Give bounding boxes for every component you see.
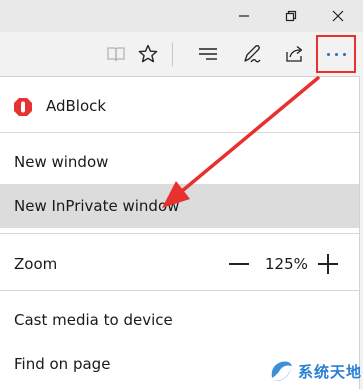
favorite-button[interactable] bbox=[132, 38, 164, 70]
menu-item-label: New window bbox=[14, 153, 109, 171]
menu-item-label: New InPrivate window bbox=[14, 197, 180, 215]
hub-button[interactable] bbox=[192, 38, 224, 70]
reading-view-button[interactable] bbox=[100, 38, 132, 70]
close-icon bbox=[332, 10, 344, 22]
zoom-label: Zoom bbox=[14, 255, 58, 273]
web-note-button[interactable] bbox=[236, 38, 268, 70]
minimize-icon bbox=[239, 15, 249, 17]
restore-icon bbox=[285, 10, 297, 22]
menu-item-cast-media[interactable]: Cast media to device bbox=[0, 298, 359, 342]
menu-item-label: Cast media to device bbox=[14, 311, 173, 329]
browser-window: AdBlock New window New InPrivate window … bbox=[0, 0, 363, 389]
watermark-text: 系统天地 bbox=[298, 363, 363, 381]
menu-item-new-window[interactable]: New window bbox=[0, 140, 359, 184]
menu-separator bbox=[0, 290, 359, 291]
browser-toolbar bbox=[0, 32, 363, 76]
web-note-icon bbox=[244, 45, 261, 63]
close-button[interactable] bbox=[315, 0, 361, 32]
menu-separator bbox=[0, 132, 359, 133]
zoom-in-button[interactable] bbox=[316, 252, 340, 276]
hub-icon bbox=[199, 48, 217, 60]
reading-view-icon bbox=[107, 47, 125, 62]
menu-item-adblock[interactable]: AdBlock bbox=[0, 84, 359, 128]
zoom-out-button[interactable] bbox=[227, 255, 251, 273]
share-icon bbox=[286, 45, 303, 62]
minimize-button[interactable] bbox=[221, 0, 267, 32]
favorite-star-icon bbox=[138, 44, 158, 63]
watermark: 系统天地 bbox=[268, 356, 363, 386]
zoom-value: 125% bbox=[265, 255, 308, 273]
toolbar-divider bbox=[172, 42, 173, 66]
menu-item-new-inprivate-window[interactable]: New InPrivate window bbox=[0, 184, 359, 228]
menu-item-label: Find on page bbox=[14, 355, 111, 373]
menu-item-label: AdBlock bbox=[46, 97, 107, 115]
more-dots-icon bbox=[327, 53, 347, 57]
more-actions-button[interactable] bbox=[316, 35, 356, 73]
maximize-button[interactable] bbox=[268, 0, 314, 32]
more-actions-menu: AdBlock New window New InPrivate window … bbox=[0, 76, 360, 389]
watermark-logo-icon bbox=[271, 361, 292, 381]
share-button[interactable] bbox=[279, 38, 311, 70]
menu-item-zoom: Zoom 125% bbox=[0, 242, 359, 286]
menu-separator bbox=[0, 233, 359, 234]
title-bar bbox=[0, 0, 363, 32]
adblock-icon bbox=[14, 98, 32, 116]
